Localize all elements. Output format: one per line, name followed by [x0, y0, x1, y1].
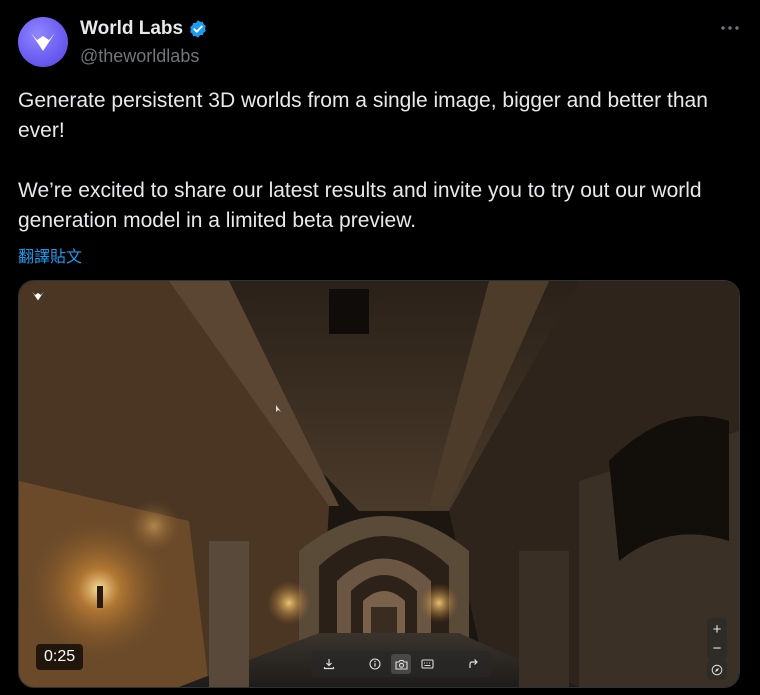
world-labs-logo-icon: [32, 291, 44, 301]
more-horizontal-icon: [721, 26, 739, 30]
verified-badge-icon: [190, 20, 206, 38]
share-button[interactable]: [463, 654, 483, 674]
zoom-in-button[interactable]: +: [707, 620, 727, 639]
handle[interactable]: @theworldlabs: [80, 46, 208, 67]
camera-icon: [394, 659, 408, 670]
zoom-out-button[interactable]: −: [707, 639, 727, 658]
world-labs-logo-icon: [31, 33, 55, 51]
camera-button[interactable]: [391, 654, 411, 674]
dungeon-scene-image: [19, 281, 739, 687]
translate-post-link[interactable]: 翻譯貼文: [18, 243, 82, 267]
video-duration-badge: 0:25: [36, 644, 84, 670]
compass-icon: [711, 664, 723, 676]
tweet-text: Generate persistent 3D worlds from a sin…: [18, 86, 738, 236]
tweet-paragraph: We’re excited to share our latest result…: [18, 179, 702, 232]
info-button[interactable]: [365, 654, 385, 674]
author-info: World Labs @theworldlabs: [80, 17, 208, 67]
avatar[interactable]: [18, 17, 68, 67]
more-options-button[interactable]: [718, 16, 742, 40]
display-name[interactable]: World Labs: [80, 18, 183, 40]
compass-button[interactable]: [707, 660, 727, 680]
download-icon: [323, 659, 335, 670]
tweet-paragraph: Generate persistent 3D worlds from a sin…: [18, 89, 708, 142]
keyboard-button[interactable]: [417, 654, 437, 674]
zoom-controls: + −: [707, 618, 727, 660]
mouse-cursor-icon: [276, 405, 281, 412]
keyboard-icon: [420, 659, 434, 669]
viewer-toolbar: [311, 651, 491, 677]
video-player[interactable]: 0:25 + −: [18, 280, 740, 688]
info-icon: [369, 658, 381, 670]
download-button[interactable]: [319, 654, 339, 674]
share-arrow-icon: [469, 659, 478, 668]
